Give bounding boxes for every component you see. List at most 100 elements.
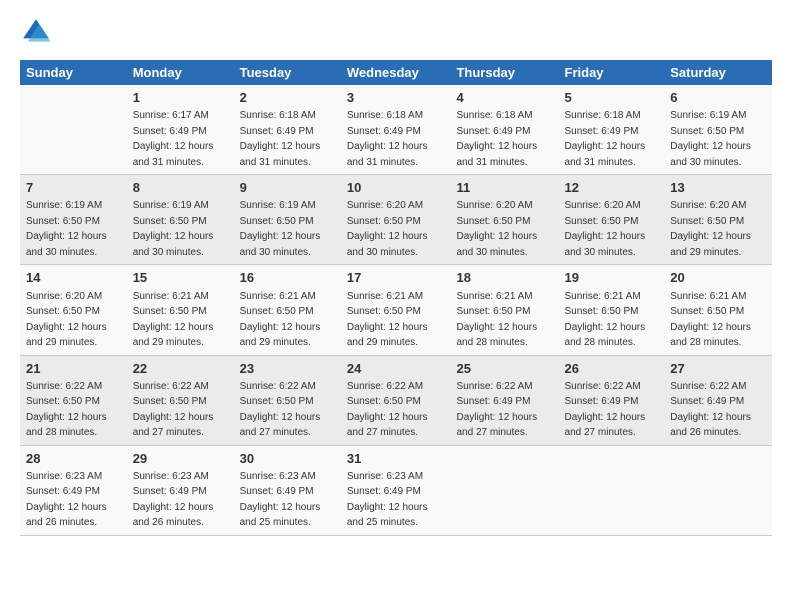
calendar-week-row: 21 Sunrise: 6:22 AMSunset: 6:50 PMDaylig… [20,355,772,445]
day-number: 24 [347,360,445,378]
calendar-cell: 13 Sunrise: 6:20 AMSunset: 6:50 PMDaylig… [664,175,772,265]
day-number: 8 [133,179,228,197]
day-number: 15 [133,269,228,287]
weekday-header-saturday: Saturday [664,60,772,85]
calendar-cell: 25 Sunrise: 6:22 AMSunset: 6:49 PMDaylig… [450,355,558,445]
day-number: 17 [347,269,445,287]
day-info: Sunrise: 6:20 AMSunset: 6:50 PMDaylight:… [456,200,537,258]
calendar-cell: 10 Sunrise: 6:20 AMSunset: 6:50 PMDaylig… [341,175,451,265]
header [20,16,772,48]
calendar-week-row: 28 Sunrise: 6:23 AMSunset: 6:49 PMDaylig… [20,445,772,535]
day-info: Sunrise: 6:18 AMSunset: 6:49 PMDaylight:… [240,110,321,168]
day-number: 25 [456,360,552,378]
day-info: Sunrise: 6:23 AMSunset: 6:49 PMDaylight:… [26,471,107,529]
calendar-table: SundayMondayTuesdayWednesdayThursdayFrid… [20,60,772,536]
calendar-cell: 30 Sunrise: 6:23 AMSunset: 6:49 PMDaylig… [234,445,341,535]
day-info: Sunrise: 6:19 AMSunset: 6:50 PMDaylight:… [133,200,214,258]
weekday-header-sunday: Sunday [20,60,127,85]
day-number: 13 [670,179,766,197]
weekday-header-friday: Friday [559,60,665,85]
day-info: Sunrise: 6:18 AMSunset: 6:49 PMDaylight:… [456,110,537,168]
day-info: Sunrise: 6:19 AMSunset: 6:50 PMDaylight:… [240,200,321,258]
page: SundayMondayTuesdayWednesdayThursdayFrid… [0,0,792,612]
calendar-cell: 9 Sunrise: 6:19 AMSunset: 6:50 PMDayligh… [234,175,341,265]
weekday-header-thursday: Thursday [450,60,558,85]
day-info: Sunrise: 6:20 AMSunset: 6:50 PMDaylight:… [26,291,107,349]
calendar-cell: 14 Sunrise: 6:20 AMSunset: 6:50 PMDaylig… [20,265,127,355]
calendar-cell: 11 Sunrise: 6:20 AMSunset: 6:50 PMDaylig… [450,175,558,265]
day-info: Sunrise: 6:20 AMSunset: 6:50 PMDaylight:… [347,200,428,258]
day-info: Sunrise: 6:21 AMSunset: 6:50 PMDaylight:… [670,291,751,349]
calendar-week-row: 1 Sunrise: 6:17 AMSunset: 6:49 PMDayligh… [20,85,772,175]
logo-icon [20,16,52,48]
calendar-cell [20,85,127,175]
day-number: 29 [133,450,228,468]
day-info: Sunrise: 6:17 AMSunset: 6:49 PMDaylight:… [133,110,214,168]
calendar-cell: 22 Sunrise: 6:22 AMSunset: 6:50 PMDaylig… [127,355,234,445]
weekday-header-tuesday: Tuesday [234,60,341,85]
day-number: 1 [133,89,228,107]
day-number: 11 [456,179,552,197]
day-info: Sunrise: 6:21 AMSunset: 6:50 PMDaylight:… [240,291,321,349]
day-number: 16 [240,269,335,287]
logo [20,16,56,48]
calendar-cell [450,445,558,535]
calendar-cell: 31 Sunrise: 6:23 AMSunset: 6:49 PMDaylig… [341,445,451,535]
day-info: Sunrise: 6:21 AMSunset: 6:50 PMDaylight:… [456,291,537,349]
day-number: 6 [670,89,766,107]
day-number: 18 [456,269,552,287]
calendar-week-row: 7 Sunrise: 6:19 AMSunset: 6:50 PMDayligh… [20,175,772,265]
day-info: Sunrise: 6:20 AMSunset: 6:50 PMDaylight:… [670,200,751,258]
day-info: Sunrise: 6:22 AMSunset: 6:49 PMDaylight:… [670,381,751,439]
day-info: Sunrise: 6:21 AMSunset: 6:50 PMDaylight:… [565,291,646,349]
day-number: 12 [565,179,659,197]
day-info: Sunrise: 6:22 AMSunset: 6:50 PMDaylight:… [240,381,321,439]
calendar-cell: 1 Sunrise: 6:17 AMSunset: 6:49 PMDayligh… [127,85,234,175]
calendar-cell: 29 Sunrise: 6:23 AMSunset: 6:49 PMDaylig… [127,445,234,535]
calendar-cell: 4 Sunrise: 6:18 AMSunset: 6:49 PMDayligh… [450,85,558,175]
day-number: 10 [347,179,445,197]
day-number: 14 [26,269,121,287]
day-info: Sunrise: 6:23 AMSunset: 6:49 PMDaylight:… [347,471,428,529]
day-number: 28 [26,450,121,468]
calendar-cell: 23 Sunrise: 6:22 AMSunset: 6:50 PMDaylig… [234,355,341,445]
day-info: Sunrise: 6:22 AMSunset: 6:49 PMDaylight:… [456,381,537,439]
day-number: 7 [26,179,121,197]
day-info: Sunrise: 6:22 AMSunset: 6:50 PMDaylight:… [347,381,428,439]
calendar-cell: 18 Sunrise: 6:21 AMSunset: 6:50 PMDaylig… [450,265,558,355]
calendar-cell [664,445,772,535]
calendar-cell: 27 Sunrise: 6:22 AMSunset: 6:49 PMDaylig… [664,355,772,445]
day-info: Sunrise: 6:21 AMSunset: 6:50 PMDaylight:… [133,291,214,349]
calendar-cell [559,445,665,535]
day-number: 31 [347,450,445,468]
day-number: 9 [240,179,335,197]
calendar-cell: 26 Sunrise: 6:22 AMSunset: 6:49 PMDaylig… [559,355,665,445]
calendar-cell: 12 Sunrise: 6:20 AMSunset: 6:50 PMDaylig… [559,175,665,265]
calendar-cell: 3 Sunrise: 6:18 AMSunset: 6:49 PMDayligh… [341,85,451,175]
day-number: 19 [565,269,659,287]
calendar-cell: 16 Sunrise: 6:21 AMSunset: 6:50 PMDaylig… [234,265,341,355]
day-number: 2 [240,89,335,107]
day-number: 30 [240,450,335,468]
day-info: Sunrise: 6:19 AMSunset: 6:50 PMDaylight:… [670,110,751,168]
day-info: Sunrise: 6:20 AMSunset: 6:50 PMDaylight:… [565,200,646,258]
calendar-cell: 24 Sunrise: 6:22 AMSunset: 6:50 PMDaylig… [341,355,451,445]
day-number: 21 [26,360,121,378]
calendar-cell: 20 Sunrise: 6:21 AMSunset: 6:50 PMDaylig… [664,265,772,355]
calendar-cell: 17 Sunrise: 6:21 AMSunset: 6:50 PMDaylig… [341,265,451,355]
day-info: Sunrise: 6:18 AMSunset: 6:49 PMDaylight:… [347,110,428,168]
day-info: Sunrise: 6:22 AMSunset: 6:50 PMDaylight:… [133,381,214,439]
day-info: Sunrise: 6:18 AMSunset: 6:49 PMDaylight:… [565,110,646,168]
calendar-cell: 28 Sunrise: 6:23 AMSunset: 6:49 PMDaylig… [20,445,127,535]
weekday-header-row: SundayMondayTuesdayWednesdayThursdayFrid… [20,60,772,85]
weekday-header-monday: Monday [127,60,234,85]
day-info: Sunrise: 6:19 AMSunset: 6:50 PMDaylight:… [26,200,107,258]
day-number: 23 [240,360,335,378]
weekday-header-wednesday: Wednesday [341,60,451,85]
day-number: 5 [565,89,659,107]
calendar-cell: 19 Sunrise: 6:21 AMSunset: 6:50 PMDaylig… [559,265,665,355]
day-number: 27 [670,360,766,378]
day-info: Sunrise: 6:22 AMSunset: 6:50 PMDaylight:… [26,381,107,439]
calendar-cell: 6 Sunrise: 6:19 AMSunset: 6:50 PMDayligh… [664,85,772,175]
calendar-cell: 15 Sunrise: 6:21 AMSunset: 6:50 PMDaylig… [127,265,234,355]
